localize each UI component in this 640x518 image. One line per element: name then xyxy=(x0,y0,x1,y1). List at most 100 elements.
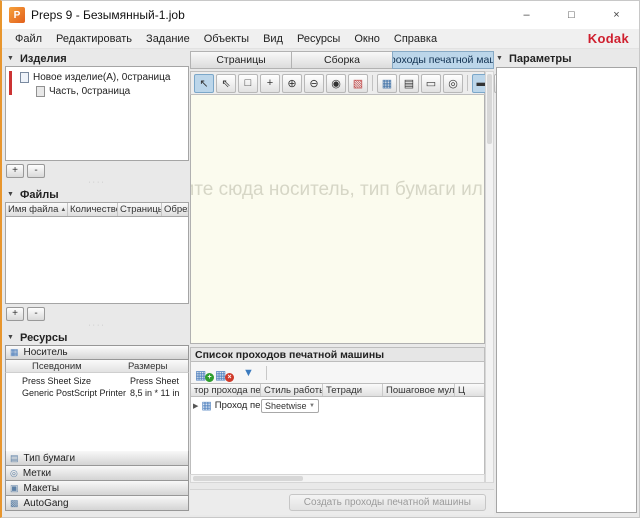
work-style-value: Sheetwise xyxy=(265,401,307,411)
add-press-run-button[interactable]: ▦ + xyxy=(195,366,211,380)
remove-product-button[interactable]: - xyxy=(27,164,45,178)
products-section-header[interactable]: ▼ Изделия xyxy=(5,51,189,66)
swatch-tool-button[interactable]: ▧ xyxy=(348,74,368,93)
zoom-in-tool-button[interactable]: ⊕ xyxy=(282,74,302,93)
measure-tool-button[interactable]: ▭ xyxy=(421,74,441,93)
layouts-icon: ▣ xyxy=(10,483,19,494)
pan-tool-button[interactable]: + xyxy=(260,74,280,93)
resources-tab-autogang[interactable]: ▩ AutoGang xyxy=(5,496,189,511)
tab-pages[interactable]: Страницы xyxy=(190,51,291,69)
content-area: ▼ Изделия Новое изделие(А), 0страница Ча… xyxy=(2,49,639,517)
collapse-icon: ▼ xyxy=(496,55,504,62)
canvas-drop-hint: щите сюда носитель, тип бумаги или ш xyxy=(190,179,485,201)
panel-splitter[interactable]: ···· xyxy=(5,321,189,330)
menu-help[interactable]: Справка xyxy=(387,33,444,45)
resource-size: Press Sheet xyxy=(130,376,188,386)
fit-view-button[interactable]: ◉ xyxy=(326,74,346,93)
menu-file[interactable]: Файл xyxy=(8,33,49,45)
tree-item-label: Часть, 0страница xyxy=(49,86,130,97)
resources-tab-paper[interactable]: ▤ Тип бумаги xyxy=(5,451,189,466)
resources-col-alias[interactable]: Псевдоним xyxy=(6,361,128,372)
press-run-row[interactable]: ▶ ▦ Проход пе Sheetwise ▼ xyxy=(191,397,484,414)
part-icon xyxy=(36,86,45,97)
select-tool-button[interactable]: ↖ xyxy=(194,74,214,93)
scrollbar-thumb[interactable] xyxy=(487,74,492,144)
delete-press-run-button[interactable]: ▦ × xyxy=(215,366,231,380)
resource-alias: Press Sheet Size xyxy=(22,376,130,386)
files-col-pages[interactable]: Страницы xyxy=(118,203,162,216)
horizontal-scrollbar[interactable] xyxy=(190,474,485,483)
layout-canvas[interactable]: щите сюда носитель, тип бумаги или ш xyxy=(190,95,485,344)
vertical-scrollbar[interactable] xyxy=(485,71,494,483)
resource-row[interactable]: Press Sheet Size Press Sheet xyxy=(6,375,188,387)
products-buttons: + - xyxy=(6,164,189,178)
resource-alias: Generic PostScript Printer xyxy=(22,388,130,398)
left-panel: ▼ Изделия Новое изделие(А), 0страница Ча… xyxy=(5,51,189,515)
tab-press-runs[interactable]: Проходы печатной маши xyxy=(392,51,494,69)
media-grid-icon: ▦ xyxy=(10,347,19,358)
resources-tab-marks[interactable]: ◎ Метки xyxy=(5,466,189,481)
page-view-button[interactable]: ▤ xyxy=(399,74,419,93)
menu-objects[interactable]: Объекты xyxy=(197,33,256,45)
resources-section-header[interactable]: ▼ Ресурсы xyxy=(5,330,189,345)
files-col-count[interactable]: Количество xyxy=(68,203,118,216)
center-target-button[interactable]: ◎ xyxy=(443,74,463,93)
col-run-name[interactable]: тор прохода печат xyxy=(191,384,261,396)
tree-item-part[interactable]: Часть, 0страница xyxy=(6,84,188,98)
files-col-trim[interactable]: Обрезн xyxy=(162,203,188,216)
panel-splitter[interactable]: ···· xyxy=(5,178,189,187)
create-press-runs-button[interactable]: Создать проходы печатной машины xyxy=(289,494,486,511)
col-work-style[interactable]: Стиль работы xyxy=(261,384,323,396)
add-file-button[interactable]: + xyxy=(6,307,24,321)
kodak-logo: Kodak xyxy=(588,31,629,46)
work-style-dropdown[interactable]: Sheetwise ▼ xyxy=(261,399,319,413)
col-signatures[interactable]: Тетради xyxy=(323,384,383,396)
app-icon: P xyxy=(9,7,25,23)
resources-tab-label: Метки xyxy=(23,468,51,479)
scrollbar-thumb[interactable] xyxy=(193,476,303,481)
files-buttons: + - xyxy=(6,307,189,321)
resources-column-headers: Псевдоним Размеры xyxy=(5,360,189,373)
preview-button[interactable]: ▦ xyxy=(377,74,397,93)
menu-window[interactable]: Окно xyxy=(347,33,387,45)
window-title: Preps 9 - Безымянный-1.job xyxy=(31,8,185,22)
add-product-button[interactable]: + xyxy=(6,164,24,178)
files-column-headers: Имя файла ▲ Количество Страницы Обрезн xyxy=(5,202,189,216)
plus-badge-icon: + xyxy=(205,373,214,382)
resources-tab-label: AutoGang xyxy=(24,498,69,509)
parameters-section-header[interactable]: ▼ Параметры xyxy=(494,51,639,66)
col-colors[interactable]: Ц xyxy=(455,384,484,396)
menu-resources[interactable]: Ресурсы xyxy=(290,33,347,45)
menu-view[interactable]: Вид xyxy=(256,33,290,45)
files-section-header[interactable]: ▼ Файлы xyxy=(5,187,189,202)
delete-badge-icon: × xyxy=(225,373,234,382)
files-col-name[interactable]: Имя файла ▲ xyxy=(6,203,68,216)
close-button[interactable]: × xyxy=(594,1,639,29)
maximize-button[interactable]: □ xyxy=(549,1,594,29)
title-bar: P Preps 9 - Безымянный-1.job – □ × xyxy=(2,1,639,29)
move-down-button[interactable]: ▼ xyxy=(243,367,254,379)
col-step-multi[interactable]: Пошаговое мульти xyxy=(383,384,455,396)
zoom-out-tool-button[interactable]: ⊖ xyxy=(304,74,324,93)
app-window: P Preps 9 - Безымянный-1.job – □ × Файл … xyxy=(0,0,640,518)
press-run-list-title: Список проходов печатной машины xyxy=(190,347,485,362)
marquee-tool-button[interactable]: □ xyxy=(238,74,258,93)
products-section-title: Изделия xyxy=(20,53,67,65)
direct-select-tool-button[interactable]: ⇖ xyxy=(216,74,236,93)
resources-tab-media[interactable]: ▦ Носитель xyxy=(5,345,189,360)
tab-assembly[interactable]: Сборка xyxy=(291,51,392,69)
minimize-button[interactable]: – xyxy=(504,1,549,29)
collapse-icon: ▼ xyxy=(7,334,15,341)
chevron-down-icon: ▼ xyxy=(309,403,315,409)
toolbar-separator xyxy=(372,75,373,91)
work-style-cell: Sheetwise ▼ xyxy=(261,399,323,413)
menu-job[interactable]: Задание xyxy=(139,33,197,45)
resources-section-title: Ресурсы xyxy=(20,332,67,344)
resources-tab-templates[interactable]: ▣ Макеты xyxy=(5,481,189,496)
tree-item-product[interactable]: Новое изделие(А), 0страница xyxy=(6,70,188,84)
expand-icon[interactable]: ▶ xyxy=(193,402,198,410)
remove-file-button[interactable]: - xyxy=(27,307,45,321)
resource-row[interactable]: Generic PostScript Printer 8,5 in * 11 i… xyxy=(6,387,188,399)
menu-edit[interactable]: Редактировать xyxy=(49,33,139,45)
resources-col-size[interactable]: Размеры xyxy=(128,361,188,372)
